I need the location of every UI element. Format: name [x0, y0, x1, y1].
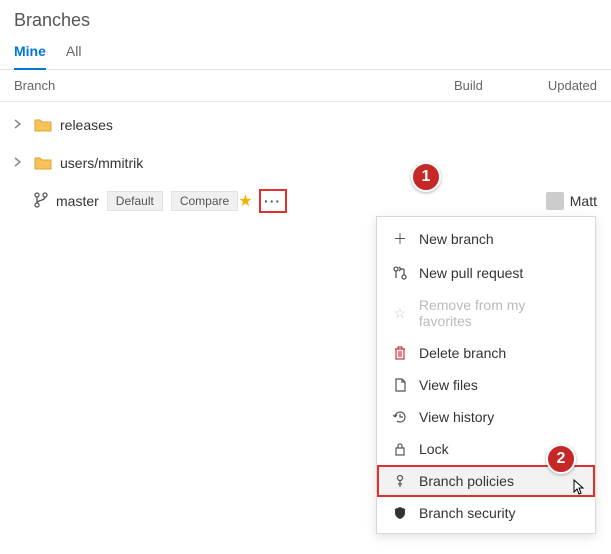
menu-branch-security[interactable]: Branch security — [377, 497, 595, 529]
policy-icon — [391, 474, 409, 488]
star-icon[interactable]: ★ — [238, 191, 252, 211]
branch-list: releases users/mmitrik master Default Co… — [0, 102, 611, 224]
folder-name: users/mmitrik — [60, 155, 143, 171]
menu-label: New pull request — [419, 265, 523, 281]
shield-icon — [391, 506, 409, 520]
chevron-right-icon — [14, 156, 28, 170]
col-build: Build — [454, 78, 544, 93]
branch-name: master — [56, 193, 99, 209]
menu-view-files[interactable]: View files — [377, 369, 595, 401]
callout-2: 2 — [546, 444, 576, 474]
column-headers: Branch Build Updated — [0, 70, 611, 102]
folder-icon — [34, 156, 52, 170]
menu-label: View files — [419, 377, 478, 393]
trash-icon — [391, 346, 409, 360]
col-branch: Branch — [14, 78, 454, 93]
star-outline-icon: ☆ — [391, 305, 409, 322]
menu-label: Branch security — [419, 505, 515, 521]
folder-icon — [34, 118, 52, 132]
branch-row[interactable]: master Default Compare ★ ··· Matt — [0, 182, 611, 220]
file-icon — [391, 378, 409, 392]
branch-icon — [34, 192, 48, 211]
lock-icon — [391, 442, 409, 456]
pull-request-icon — [391, 266, 409, 280]
plus-icon: ＋ — [391, 229, 409, 249]
chevron-right-icon — [14, 118, 28, 132]
context-menu: ＋ New branch New pull request ☆ Remove f… — [376, 216, 596, 534]
tab-all[interactable]: All — [66, 37, 82, 69]
folder-row[interactable]: releases — [0, 106, 611, 144]
menu-delete-branch[interactable]: Delete branch — [377, 337, 595, 369]
callout-1: 1 — [411, 162, 441, 192]
menu-view-history[interactable]: View history — [377, 401, 595, 433]
menu-label: New branch — [419, 231, 494, 247]
tab-mine[interactable]: Mine — [14, 37, 46, 69]
menu-label: Lock — [419, 441, 449, 457]
history-icon — [391, 410, 409, 424]
col-updated: Updated — [544, 78, 597, 93]
menu-label: Remove from my favorites — [419, 297, 581, 329]
folder-name: releases — [60, 117, 113, 133]
updated-by-name: Matt — [570, 193, 597, 209]
menu-new-branch[interactable]: ＋ New branch — [377, 221, 595, 257]
menu-label: View history — [419, 409, 494, 425]
menu-new-pull-request[interactable]: New pull request — [377, 257, 595, 289]
menu-label: Delete branch — [419, 345, 506, 361]
folder-row[interactable]: users/mmitrik — [0, 144, 611, 182]
menu-label: Branch policies — [419, 473, 514, 489]
badge-default: Default — [107, 191, 163, 211]
more-actions-button[interactable]: ··· — [259, 189, 287, 213]
tabs: Mine All — [0, 37, 611, 70]
menu-remove-favorite: ☆ Remove from my favorites — [377, 289, 595, 337]
page-title: Branches — [0, 0, 611, 37]
avatar — [546, 192, 564, 210]
updated-cell: Matt — [377, 192, 597, 210]
badge-compare: Compare — [171, 191, 238, 211]
